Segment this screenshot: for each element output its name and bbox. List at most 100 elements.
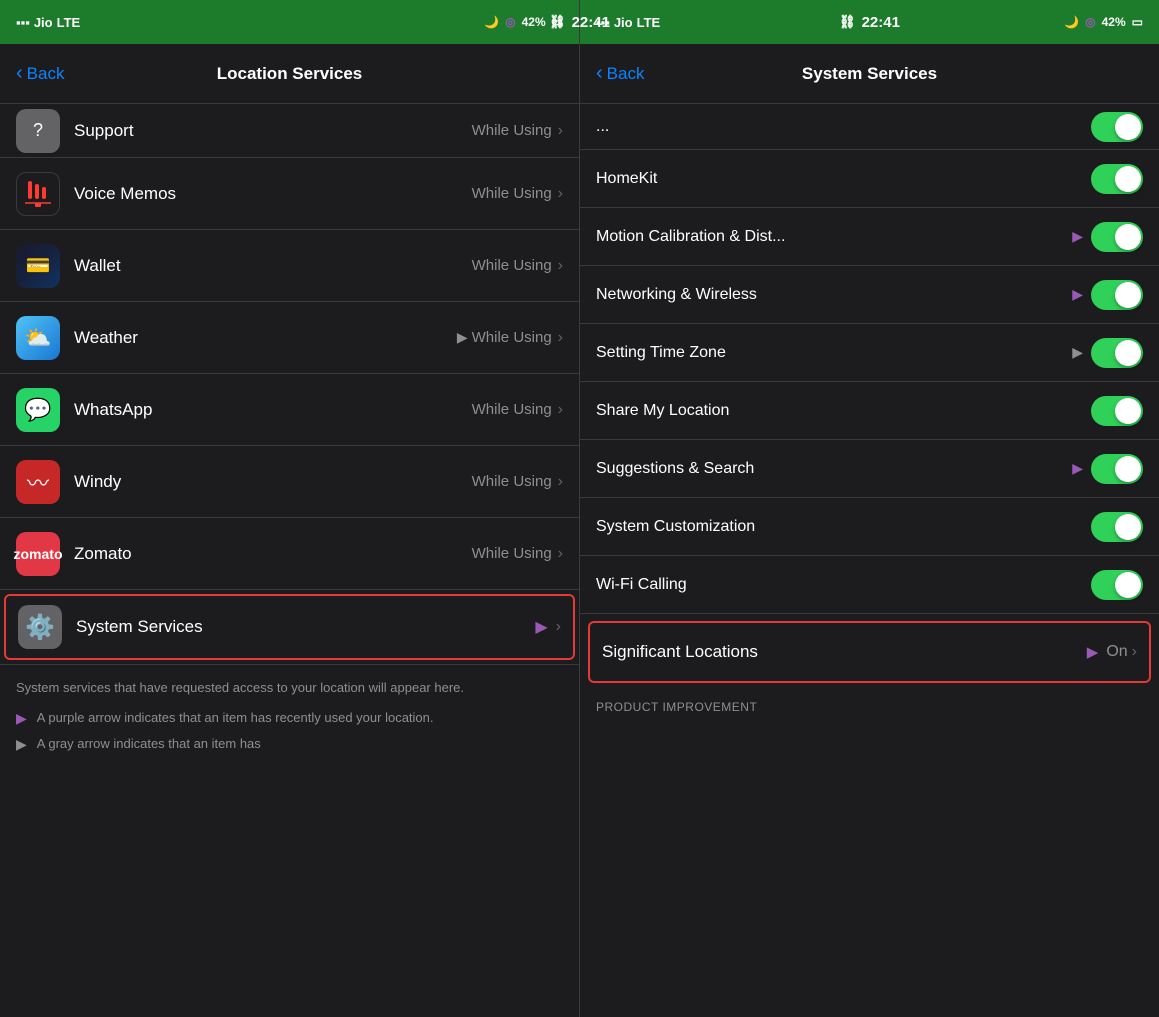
whatsapp-name: WhatsApp (74, 400, 472, 420)
weather-app-icon: ⛅ (16, 316, 60, 360)
left-header-title: Location Services (217, 64, 363, 84)
significant-locations-chevron-icon: › (1132, 643, 1137, 661)
wallet-chevron-icon: › (558, 257, 563, 275)
right-link-icon: ⛓ (839, 14, 856, 30)
suggestions-search-item[interactable]: Suggestions & Search ▶ (580, 440, 1159, 498)
support-chevron-icon: › (558, 122, 563, 140)
whatsapp-permission: While Using (472, 401, 552, 418)
right-header: ‹ Back System Services (580, 44, 1159, 104)
setting-time-zone-item[interactable]: Setting Time Zone ▶ (580, 324, 1159, 382)
support-name: Support (74, 121, 472, 141)
system-customization-toggle[interactable] (1091, 512, 1143, 542)
windy-chevron-icon: › (558, 473, 563, 491)
homekit-toggle[interactable] (1091, 164, 1143, 194)
weather-location-arrow-icon: ▶ (457, 329, 468, 346)
gray-arrow-legend-icon: ▶ (16, 736, 27, 753)
networking-wireless-name: Networking & Wireless (596, 286, 1072, 304)
left-back-button[interactable]: ‹ Back (16, 62, 64, 85)
voice-memos-permission: While Using (472, 185, 552, 202)
system-services-item[interactable]: ⚙️ System Services ▶ › (4, 594, 575, 660)
zomato-name: Zomato (74, 544, 472, 564)
timezone-location-arrow-icon: ▶ (1072, 344, 1083, 361)
left-status-center: ⛓ 22:41 (549, 14, 579, 31)
right-time-display: 22:41 (862, 14, 900, 31)
gray-arrow-legend-text: A gray arrow indicates that an item has (37, 735, 261, 753)
right-status-bar: ▪▪▪ Jio LTE ⛓ 22:41 🌙 ◎ 42% ▭ (580, 0, 1159, 44)
networking-location-arrow-icon: ▶ (1072, 286, 1083, 303)
purple-arrow-legend-text: A purple arrow indicates that an item ha… (37, 709, 434, 727)
support-icon: ? (16, 109, 60, 153)
motion-calibration-toggle[interactable] (1091, 222, 1143, 252)
motion-location-arrow-icon: ▶ (1072, 228, 1083, 245)
zomato-icon: zomato (16, 532, 60, 576)
suggestions-search-toggle[interactable] (1091, 454, 1143, 484)
windy-name: Windy (74, 472, 472, 492)
system-services-name: System Services (76, 617, 535, 637)
right-header-title: System Services (802, 64, 937, 84)
footer-description: System services that have requested acce… (16, 679, 563, 697)
purple-arrow-legend: ▶ A purple arrow indicates that an item … (16, 709, 563, 727)
significant-locations-item[interactable]: Significant Locations ▶ On › (588, 621, 1151, 683)
right-status-right: 🌙 ◎ 42% ▭ (1064, 15, 1143, 29)
motion-calibration-item[interactable]: Motion Calibration & Dist... ▶ (580, 208, 1159, 266)
link-icon: ⛓ (549, 14, 566, 30)
wifi-calling-item[interactable]: Wi-Fi Calling (580, 556, 1159, 614)
right-back-chevron-icon: ‹ (596, 62, 603, 85)
whatsapp-item[interactable]: 💬 WhatsApp While Using › (0, 374, 579, 446)
homekit-item[interactable]: HomeKit (580, 150, 1159, 208)
homekit-name: HomeKit (596, 170, 1091, 188)
share-my-location-item[interactable]: Share My Location (580, 382, 1159, 440)
windy-permission: While Using (472, 473, 552, 490)
left-status-bar: ▪▪▪ Jio LTE ⛓ 22:41 🌙 ◎ 42% ▭ (0, 0, 579, 44)
wifi-calling-name: Wi-Fi Calling (596, 576, 1091, 594)
share-my-location-name: Share My Location (596, 402, 1091, 420)
system-customization-item[interactable]: System Customization (580, 498, 1159, 556)
moon-icon: 🌙 (484, 15, 499, 29)
wallet-permission: While Using (472, 257, 552, 274)
windy-icon: 〰 (16, 460, 60, 504)
location-status-icon: ◎ (505, 15, 515, 29)
left-header: ‹ Back Location Services (0, 44, 579, 104)
share-my-location-toggle[interactable] (1091, 396, 1143, 426)
whatsapp-icon: 💬 (16, 388, 60, 432)
weather-name: Weather (74, 328, 457, 348)
significant-locations-name: Significant Locations (602, 642, 1087, 662)
carrier-label: Jio (34, 15, 53, 30)
network-label: LTE (57, 15, 81, 30)
significant-locations-arrow-icon: ▶ (1087, 643, 1099, 661)
suggestions-location-arrow-icon: ▶ (1072, 460, 1083, 477)
setting-time-zone-name: Setting Time Zone (596, 344, 1072, 362)
networking-wireless-toggle[interactable] (1091, 280, 1143, 310)
left-back-label: Back (27, 64, 65, 84)
support-permission: While Using (472, 122, 552, 139)
partial-top-toggle[interactable] (1091, 112, 1143, 142)
voice-memos-item[interactable]: Voice Memos While Using › (0, 158, 579, 230)
zomato-item[interactable]: zomato Zomato While Using › (0, 518, 579, 590)
wallet-name: Wallet (74, 256, 472, 276)
support-item[interactable]: ? Support While Using › (0, 104, 579, 158)
left-back-chevron-icon: ‹ (16, 62, 23, 85)
left-status-left: ▪▪▪ Jio LTE (16, 15, 80, 30)
system-customization-name: System Customization (596, 518, 1091, 536)
setting-time-zone-toggle[interactable] (1091, 338, 1143, 368)
wallet-icon: 💳 (16, 244, 60, 288)
weather-item[interactable]: ⛅ Weather ▶ While Using › (0, 302, 579, 374)
right-battery-label: 42% (1102, 15, 1126, 29)
windy-item[interactable]: 〰 Windy While Using › (0, 446, 579, 518)
motion-calibration-name: Motion Calibration & Dist... (596, 228, 1072, 246)
gear-icon: ⚙️ (18, 605, 62, 649)
left-panel: ▪▪▪ Jio LTE ⛓ 22:41 🌙 ◎ 42% ▭ ‹ Back Loc… (0, 0, 579, 1017)
wallet-item[interactable]: 💳 Wallet While Using › (0, 230, 579, 302)
networking-wireless-item[interactable]: Networking & Wireless ▶ (580, 266, 1159, 324)
right-moon-icon: 🌙 (1064, 15, 1079, 29)
left-footer: System services that have requested acce… (0, 665, 579, 776)
system-services-chevron-icon: › (556, 618, 561, 636)
wifi-calling-toggle[interactable] (1091, 570, 1143, 600)
right-status-center: ⛓ 22:41 (839, 14, 900, 31)
whatsapp-chevron-icon: › (558, 401, 563, 419)
weather-permission: While Using (472, 329, 552, 346)
weather-chevron-icon: › (558, 329, 563, 347)
signal-icon: ▪▪▪ (16, 15, 30, 30)
right-back-button[interactable]: ‹ Back (596, 62, 644, 85)
significant-locations-wrapper: Significant Locations ▶ On › (580, 614, 1159, 690)
